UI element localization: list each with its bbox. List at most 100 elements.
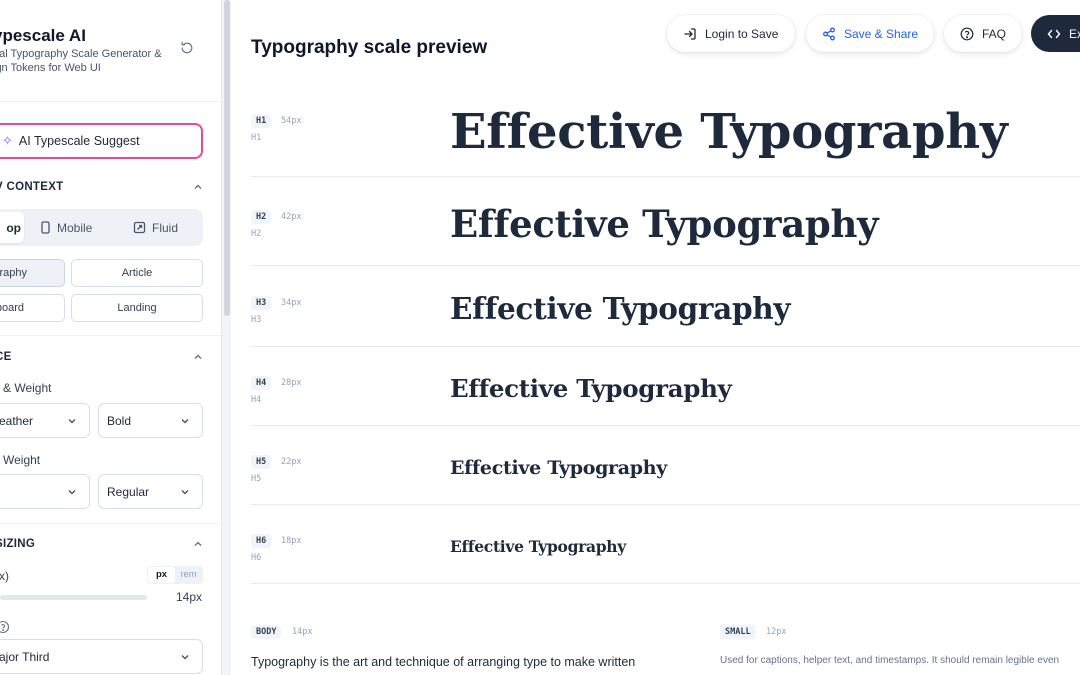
body-font-select[interactable] xyxy=(0,474,90,509)
preset-label: board xyxy=(0,302,24,314)
main-preview: Typography scale preview Login to Save S… xyxy=(231,0,1080,675)
save-share-button[interactable]: Save & Share xyxy=(806,15,934,52)
mobile-icon xyxy=(41,221,50,234)
scale-ratio-select[interactable]: ajor Third xyxy=(0,639,203,674)
divider xyxy=(0,523,221,524)
scale-tag: H5 xyxy=(251,455,272,469)
device-mobile[interactable]: Mobile xyxy=(40,212,92,243)
scale-sub: H2 xyxy=(251,229,262,239)
body-weight-value: Regular xyxy=(107,484,150,499)
ai-button-label: AI Typescale Suggest xyxy=(18,134,140,148)
device-mobile-label: Mobile xyxy=(57,220,93,235)
help-circle-icon[interactable] xyxy=(0,620,10,634)
scale-size: 42px xyxy=(281,212,302,222)
section-title: SIZING xyxy=(0,538,36,550)
chevron-down-icon xyxy=(181,489,189,494)
fluid-icon xyxy=(133,221,146,234)
scale-sub: H6 xyxy=(251,553,262,563)
scale-sub: H1 xyxy=(251,133,262,143)
brand: ypescale AI xyxy=(0,26,86,46)
base-size-slider[interactable] xyxy=(0,595,147,600)
app-subtitle-line1: ual Typography Scale Generator & xyxy=(0,48,162,60)
section-title: CE xyxy=(0,351,12,363)
ai-typescale-suggest-button[interactable]: ✧ AI Typescale Suggest xyxy=(0,123,203,159)
chevron-down-icon xyxy=(68,489,76,494)
preset-dashboard[interactable]: board xyxy=(0,294,65,322)
preset-typography[interactable]: raphy xyxy=(0,259,65,287)
app-subtitle: ual Typography Scale Generator & ign Tok… xyxy=(0,47,168,75)
page-title: Typography scale preview xyxy=(251,37,488,58)
small-sample-block: SMALL 12px Used for captions, helper tex… xyxy=(720,620,1080,675)
scale-ratio-value: ajor Third xyxy=(0,649,50,664)
export-button[interactable]: Ex xyxy=(1031,15,1080,52)
chevron-up-icon xyxy=(194,354,202,359)
device-fluid[interactable]: Fluid xyxy=(133,212,178,243)
sample-h5: Effective Typography xyxy=(450,457,668,479)
scale-size: 28px xyxy=(281,378,302,388)
save-share-label: Save & Share xyxy=(844,26,919,41)
sample-h6: Effective Typography xyxy=(450,537,626,556)
scale-sub: H3 xyxy=(251,315,262,325)
heading-font-value: eather xyxy=(0,413,34,428)
app-title: ypescale AI xyxy=(0,26,86,45)
sparkle-icon: ✧ xyxy=(2,133,13,148)
scale-row-h1: H1 54px H1 Effective Typography xyxy=(251,92,1080,177)
preset-label: raphy xyxy=(0,267,27,279)
reset-icon[interactable] xyxy=(179,40,199,60)
scale-size: 54px xyxy=(281,116,302,126)
small-sample-text: Used for captions, helper text, and time… xyxy=(720,655,1060,666)
base-size-value: 14px xyxy=(176,590,203,604)
scale-row-h4: H4 28px H4 Effective Typography xyxy=(251,347,1080,426)
preset-landing[interactable]: Landing xyxy=(71,294,203,322)
body-font-label: Weight xyxy=(3,453,41,467)
device-desktop-label: op xyxy=(6,220,21,235)
chevron-down-icon xyxy=(68,418,76,423)
preset-article[interactable]: Article xyxy=(71,259,203,287)
scale-tag: H4 xyxy=(251,376,272,390)
body-weight-select[interactable]: Regular xyxy=(98,474,203,509)
login-label: Login to Save xyxy=(705,26,779,41)
sample-h3: Effective Typography xyxy=(450,291,791,326)
heading-font-select[interactable]: eather xyxy=(0,403,90,438)
chevron-down-icon xyxy=(181,418,189,423)
share-icon xyxy=(823,27,835,40)
scale-row-h2: H2 42px H2 Effective Typography xyxy=(251,177,1080,266)
chevron-down-icon xyxy=(181,654,189,659)
scale-tag: H2 xyxy=(251,210,272,224)
heading-weight-select[interactable]: Bold xyxy=(98,403,203,438)
unit-toggle: px rem xyxy=(147,566,203,584)
login-to-save-button[interactable]: Login to Save xyxy=(667,15,795,52)
preset-label: Landing xyxy=(117,302,157,314)
scale-size: 12px xyxy=(766,627,787,637)
device-segmented-control: op Mobile Fluid xyxy=(0,209,203,246)
section-title: V CONTEXT xyxy=(0,181,64,193)
sidebar: ypescale AI ual Typography Scale Generat… xyxy=(0,0,222,675)
scale-sub: H4 xyxy=(251,395,262,405)
sample-h2: Effective Typography xyxy=(450,202,879,246)
section-header-typeface[interactable]: CE xyxy=(0,351,203,363)
faq-button[interactable]: FAQ xyxy=(944,15,1022,52)
chevron-up-icon xyxy=(194,541,202,546)
section-header-preview-context[interactable]: V CONTEXT xyxy=(0,181,203,193)
chevron-up-icon xyxy=(194,184,202,189)
unit-px[interactable]: px xyxy=(148,567,175,583)
device-desktop[interactable]: op xyxy=(0,212,24,243)
code-icon xyxy=(1047,29,1061,38)
scale-row-h6: H6 18px H6 Effective Typography xyxy=(251,505,1080,584)
unit-rem[interactable]: rem xyxy=(175,567,202,583)
sample-h4: Effective Typography xyxy=(450,374,732,403)
divider xyxy=(0,101,221,102)
scale-size: 18px xyxy=(281,536,302,546)
section-header-sizing[interactable]: SIZING xyxy=(0,538,203,550)
scale-tag: SMALL xyxy=(720,625,756,639)
sidebar-scrollbar-thumb[interactable] xyxy=(224,0,230,316)
scale-row-h3: H3 34px H3 Effective Typography xyxy=(251,266,1080,347)
body-sample-text: Typography is the art and technique of a… xyxy=(251,655,636,669)
scale-tag: H6 xyxy=(251,534,272,548)
sample-h1: Effective Typography xyxy=(450,104,1008,160)
scale-tag: H1 xyxy=(251,114,272,128)
base-size-label: x) xyxy=(0,569,9,583)
faq-label: FAQ xyxy=(982,26,1007,41)
scale-size: 34px xyxy=(281,298,302,308)
preset-label: Article xyxy=(121,267,153,279)
